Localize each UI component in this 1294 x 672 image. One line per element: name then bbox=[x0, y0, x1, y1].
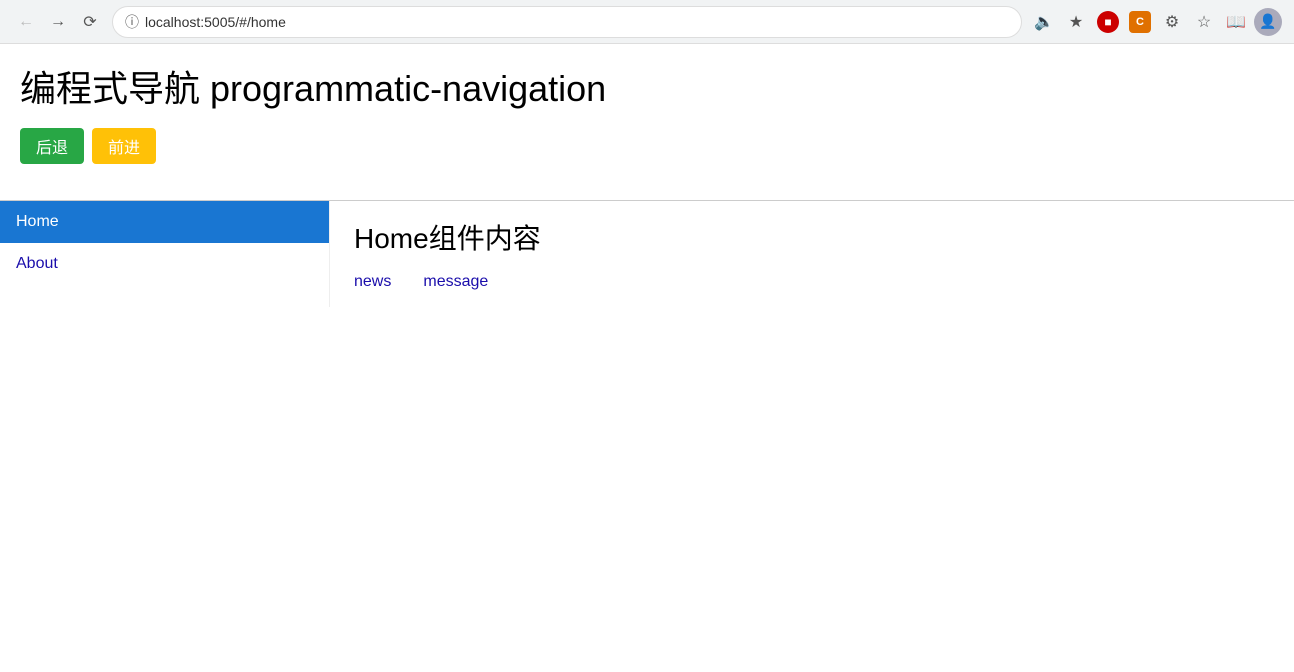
browser-nav-buttons: ← → ⟳ bbox=[12, 8, 104, 36]
read-aloud-button[interactable]: 🔈 bbox=[1030, 8, 1058, 36]
main-layout: Home About Home组件内容 news message bbox=[0, 201, 1294, 307]
sidebar-nav: Home About bbox=[0, 201, 330, 307]
forward-navigate-button[interactable]: 前进 bbox=[92, 128, 156, 164]
back-button[interactable]: ← bbox=[12, 8, 40, 36]
back-navigate-button[interactable]: 后退 bbox=[20, 128, 84, 164]
page-title: 编程式导航 programmatic-navigation bbox=[20, 60, 1274, 112]
info-icon: ⓘ bbox=[125, 12, 139, 32]
extension-orange-icon: C bbox=[1129, 11, 1151, 33]
favorites-star-button[interactable]: ★ bbox=[1062, 8, 1090, 36]
profile-avatar[interactable]: 👤 bbox=[1254, 8, 1282, 36]
settings-button[interactable]: ⚙ bbox=[1158, 8, 1186, 36]
extension-red-icon: ■ bbox=[1097, 11, 1119, 33]
collections-button[interactable]: 📖 bbox=[1222, 8, 1250, 36]
reload-button[interactable]: ⟳ bbox=[76, 8, 104, 36]
page-content: 编程式导航 programmatic-navigation 后退 前进 bbox=[0, 44, 1294, 200]
action-buttons: 后退 前进 bbox=[20, 128, 1274, 164]
extension-orange-button[interactable]: C bbox=[1126, 8, 1154, 36]
sub-nav: news message bbox=[354, 273, 1270, 291]
home-component-title: Home组件内容 bbox=[354, 217, 1270, 257]
home-main-content: Home组件内容 news message bbox=[330, 201, 1294, 307]
news-link[interactable]: news bbox=[354, 273, 391, 291]
nav-item-home[interactable]: Home bbox=[0, 201, 329, 243]
url-text: localhost:5005/#/home bbox=[145, 14, 286, 30]
message-link[interactable]: message bbox=[423, 273, 488, 291]
browser-chrome: ← → ⟳ ⓘ localhost:5005/#/home 🔈 ★ ■ C ⚙ … bbox=[0, 0, 1294, 44]
address-bar[interactable]: ⓘ localhost:5005/#/home bbox=[112, 6, 1022, 38]
favorites-button[interactable]: ☆ bbox=[1190, 8, 1218, 36]
forward-button[interactable]: → bbox=[44, 8, 72, 36]
browser-toolbar-right: 🔈 ★ ■ C ⚙ ☆ 📖 👤 bbox=[1030, 8, 1282, 36]
extensions-button[interactable]: ■ bbox=[1094, 8, 1122, 36]
nav-item-about[interactable]: About bbox=[0, 243, 329, 285]
